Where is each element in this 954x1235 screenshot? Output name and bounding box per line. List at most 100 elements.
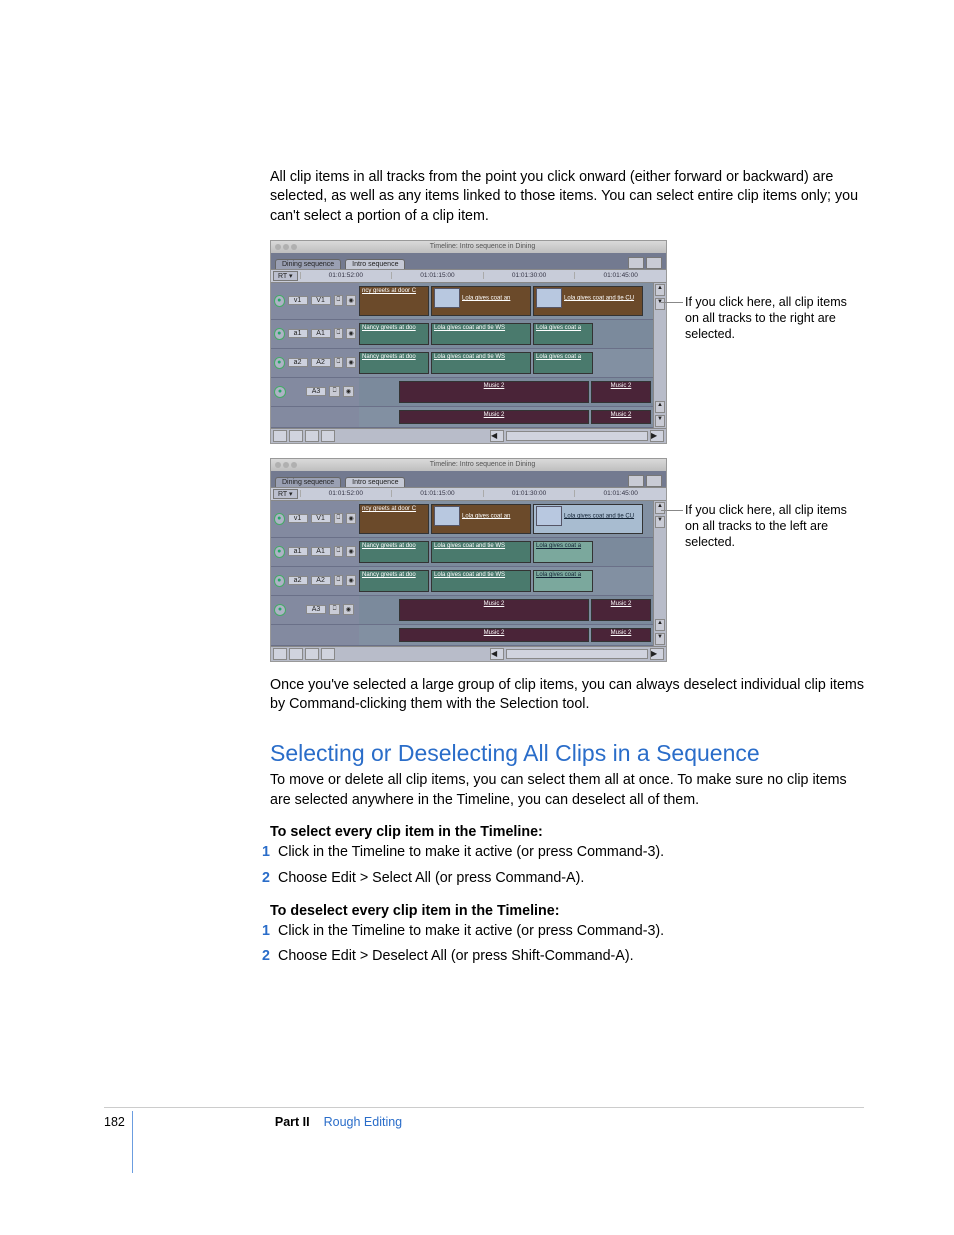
mute-icon[interactable]: ◉: [346, 295, 356, 306]
track-header-v1[interactable]: ● v1 V1 ⎕ ◉: [271, 501, 359, 538]
track-header-a3[interactable]: ● A3 ⎕ ◉: [271, 596, 359, 625]
video-clip[interactable]: ncy greets at door C: [359, 286, 429, 316]
track-header-a4[interactable]: [271, 625, 359, 646]
audio-clip[interactable]: Lola gives coat a: [533, 541, 593, 563]
rt-button[interactable]: RT ▾: [273, 271, 298, 281]
toggle-button[interactable]: [321, 430, 335, 442]
audio-clip[interactable]: Lola gives coat and tie WS: [431, 570, 531, 592]
audio-clip[interactable]: Nancy greets at doo: [359, 352, 429, 374]
lock-icon[interactable]: ⎕: [329, 604, 340, 615]
track-enable-icon[interactable]: ●: [274, 328, 285, 340]
track-header-a2[interactable]: ● a2 A2 ⎕ ◉: [271, 567, 359, 596]
audio-clip[interactable]: Lola gives coat a: [533, 352, 593, 374]
track-enable-icon[interactable]: ●: [274, 357, 285, 369]
toggle-button[interactable]: [321, 648, 335, 660]
tab-intro[interactable]: Intro sequence: [345, 259, 405, 269]
horizontal-scrollbar[interactable]: [506, 431, 648, 441]
lock-icon[interactable]: ⎕: [334, 575, 344, 586]
scroll-up-icon[interactable]: ▲: [655, 619, 665, 631]
scroll-left-icon[interactable]: ◀: [490, 648, 504, 660]
track-row-v1[interactable]: ncy greets at door C Lola gives coat an …: [359, 501, 653, 538]
scroll-left-icon[interactable]: ◀: [490, 430, 504, 442]
toggle-button[interactable]: [305, 430, 319, 442]
scroll-down-icon[interactable]: ▼: [655, 516, 665, 528]
video-clip[interactable]: Lola gives coat an: [431, 286, 531, 316]
track-enable-icon[interactable]: ●: [274, 386, 286, 398]
mute-icon[interactable]: ◉: [343, 604, 354, 615]
toolbar-button[interactable]: [646, 475, 662, 487]
toolbar-button[interactable]: [628, 257, 644, 269]
mute-icon[interactable]: ◉: [346, 357, 356, 368]
track-row-a1[interactable]: Nancy greets at doo Lola gives coat and …: [359, 538, 653, 567]
track-row-v1[interactable]: ncy greets at door C Lola gives coat an …: [359, 283, 653, 320]
rt-button[interactable]: RT ▾: [273, 489, 298, 499]
mute-icon[interactable]: ◉: [346, 575, 356, 586]
lock-icon[interactable]: ⎕: [334, 546, 344, 557]
audio-clip[interactable]: Lola gives coat and tie WS: [431, 352, 531, 374]
track-enable-icon[interactable]: ●: [274, 546, 285, 558]
video-clip[interactable]: Lola gives coat an: [431, 504, 531, 534]
video-clip[interactable]: Lola gives coat and tie CU: [533, 504, 643, 534]
toolbar-button[interactable]: [628, 475, 644, 487]
toggle-button[interactable]: [273, 430, 287, 442]
audio-clip[interactable]: Nancy greets at doo: [359, 323, 429, 345]
track-row-a3[interactable]: Music 2 Music 2: [359, 596, 653, 625]
track-row-a1[interactable]: Nancy greets at doo Lola gives coat and …: [359, 320, 653, 349]
audio-clip[interactable]: Nancy greets at doo: [359, 541, 429, 563]
track-header-v1[interactable]: ● v1 V1 ⎕ ◉: [271, 283, 359, 320]
track-enable-icon[interactable]: ●: [274, 295, 285, 307]
scroll-up-icon[interactable]: ▲: [655, 284, 665, 296]
scroll-right-icon[interactable]: ▶: [650, 430, 664, 442]
track-header-a3[interactable]: ● A3 ⎕ ◉: [271, 378, 359, 407]
track-enable-icon[interactable]: ●: [274, 604, 286, 616]
track-row-a4[interactable]: Music 2 Music 2: [359, 625, 653, 646]
scroll-up-icon[interactable]: ▲: [655, 502, 665, 514]
track-row-a3[interactable]: Music 2 Music 2: [359, 378, 653, 407]
audio-clip[interactable]: Music 2: [399, 381, 589, 403]
track-enable-icon[interactable]: ●: [274, 575, 285, 587]
audio-clip[interactable]: Nancy greets at doo: [359, 570, 429, 592]
audio-clip[interactable]: Music 2: [591, 381, 651, 403]
audio-clip[interactable]: Music 2: [591, 628, 651, 642]
tracks-area[interactable]: ncy greets at door C Lola gives coat an …: [359, 283, 653, 428]
lock-icon[interactable]: ⎕: [334, 357, 344, 368]
tracks-area[interactable]: ncy greets at door C Lola gives coat an …: [359, 501, 653, 646]
audio-clip[interactable]: Music 2: [591, 599, 651, 621]
track-header-a2[interactable]: ● a2 A2 ⎕ ◉: [271, 349, 359, 378]
horizontal-scrollbar[interactable]: [506, 649, 648, 659]
lock-icon[interactable]: ⎕: [329, 386, 340, 397]
tab-dining[interactable]: Dining sequence: [275, 477, 341, 487]
toggle-button[interactable]: [273, 648, 287, 660]
mute-icon[interactable]: ◉: [346, 513, 356, 524]
audio-clip[interactable]: Music 2: [399, 410, 589, 424]
track-header-a1[interactable]: ● a1 A1 ⎕ ◉: [271, 538, 359, 567]
mute-icon[interactable]: ◉: [346, 546, 356, 557]
mute-icon[interactable]: ◉: [343, 386, 354, 397]
track-row-a2[interactable]: Nancy greets at doo Lola gives coat and …: [359, 349, 653, 378]
scroll-down-icon[interactable]: ▼: [655, 633, 665, 645]
toggle-button[interactable]: [289, 648, 303, 660]
video-clip[interactable]: ncy greets at door C: [359, 504, 429, 534]
audio-clip[interactable]: Lola gives coat and tie WS: [431, 541, 531, 563]
audio-clip[interactable]: Lola gives coat a: [533, 323, 593, 345]
toggle-button[interactable]: [289, 430, 303, 442]
toolbar-button[interactable]: [646, 257, 662, 269]
tab-dining[interactable]: Dining sequence: [275, 259, 341, 269]
track-header-a1[interactable]: ● a1 A1 ⎕ ◉: [271, 320, 359, 349]
scroll-down-icon[interactable]: ▼: [655, 298, 665, 310]
track-enable-icon[interactable]: ●: [274, 513, 285, 525]
audio-clip[interactable]: Music 2: [399, 599, 589, 621]
scroll-down-icon[interactable]: ▼: [655, 415, 665, 427]
scroll-up-icon[interactable]: ▲: [655, 401, 665, 413]
track-row-a4[interactable]: Music 2 Music 2: [359, 407, 653, 428]
audio-clip[interactable]: Music 2: [399, 628, 589, 642]
mute-icon[interactable]: ◉: [346, 328, 356, 339]
audio-clip[interactable]: Lola gives coat and tie WS: [431, 323, 531, 345]
scroll-right-icon[interactable]: ▶: [650, 648, 664, 660]
track-header-a4[interactable]: [271, 407, 359, 428]
lock-icon[interactable]: ⎕: [334, 513, 344, 524]
lock-icon[interactable]: ⎕: [334, 295, 344, 306]
toggle-button[interactable]: [305, 648, 319, 660]
track-row-a2[interactable]: Nancy greets at doo Lola gives coat and …: [359, 567, 653, 596]
tab-intro[interactable]: Intro sequence: [345, 477, 405, 487]
